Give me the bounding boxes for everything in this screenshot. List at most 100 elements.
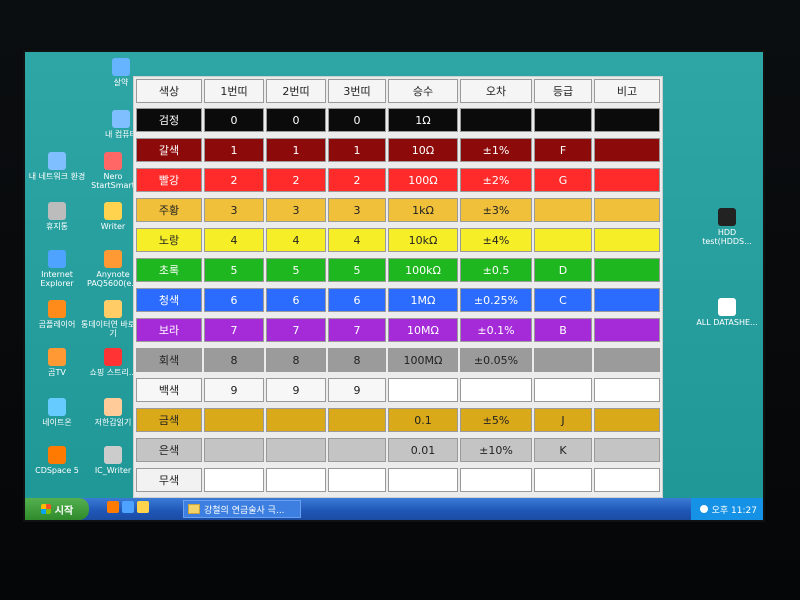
cell-grade (534, 108, 592, 132)
cell-band2 (266, 408, 326, 432)
cell-tolerance: ±5% (460, 408, 532, 432)
start-label: 시작 (54, 505, 74, 517)
cell-band1: 6 (204, 288, 264, 312)
desktop-icon-label: 곰TV (48, 368, 66, 377)
header-color: 색상 (136, 79, 202, 103)
desktop-screen: 살약 내 컴퓨터 내 네트워크 환경 Nero StartSmart 휴지통 W… (25, 52, 763, 520)
cell-grade: B (534, 318, 592, 342)
cell-band1 (204, 408, 264, 432)
cell-color-name: 초록 (136, 258, 202, 282)
desktop-icon-label: 내 네트워크 환경 (28, 172, 86, 181)
desktop-icon-label: ALL DATASHE... (696, 318, 758, 327)
gom-player-icon[interactable]: 곰플레이어 (25, 300, 89, 329)
trash-icon (48, 202, 66, 220)
cell-color-name: 검정 (136, 108, 202, 132)
header-band1: 1번띠 (204, 79, 264, 103)
cell-band1: 0 (204, 108, 264, 132)
cell-note (594, 228, 660, 252)
cell-band2: 2 (266, 168, 326, 192)
cd-icon (48, 446, 66, 464)
cell-tolerance (460, 378, 532, 402)
cell-tolerance: ±0.5 (460, 258, 532, 282)
cell-multiplier: 10Ω (388, 138, 458, 162)
windows-logo-icon (40, 504, 51, 514)
nateon-icon[interactable]: 네이트온 (25, 398, 89, 427)
desktop-icon-label: 곰플레이어 (38, 320, 76, 329)
cell-multiplier: 10kΩ (388, 228, 458, 252)
cell-band3: 3 (328, 198, 386, 222)
nero-icon (104, 152, 122, 170)
start-button[interactable]: 시작 (25, 498, 89, 520)
cell-band2: 6 (266, 288, 326, 312)
cell-color-name: 노랑 (136, 228, 202, 252)
cell-note (594, 258, 660, 282)
cell-grade (534, 468, 592, 492)
tray-icon-1[interactable] (699, 505, 708, 513)
cell-note (594, 378, 660, 402)
header-multiplier: 승수 (388, 79, 458, 103)
cell-color-name: 갈색 (136, 138, 202, 162)
cell-band3: 7 (328, 318, 386, 342)
cell-band2: 1 (266, 138, 326, 162)
desktop-icon-label: CDSpace 5 (35, 466, 79, 475)
cell-color-name: 보라 (136, 318, 202, 342)
cell-grade (534, 348, 592, 372)
gom-player-app-icon (48, 300, 66, 318)
cell-band2: 3 (266, 198, 326, 222)
cell-tolerance: ±3% (460, 198, 532, 222)
folder-shortcut-icon (104, 300, 122, 318)
cell-band1 (204, 438, 264, 462)
quick-launch-icon-2[interactable] (122, 501, 134, 513)
cell-tolerance: ±0.1% (460, 318, 532, 342)
network-places-icon[interactable]: 내 네트워크 환경 (25, 152, 89, 181)
cell-multiplier: 100MΩ (388, 348, 458, 372)
cell-grade (534, 378, 592, 402)
cdspace-icon[interactable]: CDSpace 5 (25, 446, 89, 475)
gom-tv-icon[interactable]: 곰TV (25, 348, 89, 377)
cell-band3: 9 (328, 378, 386, 402)
cell-grade: G (534, 168, 592, 192)
hdd-test-icon[interactable]: HDD test(HDDS... (695, 208, 759, 246)
cell-band2: 5 (266, 258, 326, 282)
cell-note (594, 408, 660, 432)
clock: 오후 11:27 (711, 505, 757, 516)
cell-band1: 4 (204, 228, 264, 252)
shopping-icon (104, 348, 122, 366)
header-band2: 2번띠 (266, 79, 326, 103)
cell-color-name: 빨강 (136, 168, 202, 192)
cell-note (594, 108, 660, 132)
recycle-bin-icon[interactable]: 휴지통 (25, 202, 89, 231)
cell-band2 (266, 438, 326, 462)
header-note: 비고 (594, 79, 660, 103)
cell-color-name: 백색 (136, 378, 202, 402)
cell-tolerance: ±10% (460, 438, 532, 462)
all-datasheet-icon[interactable]: ALL DATASHE... (695, 298, 759, 327)
computer-icon (112, 110, 130, 128)
cell-tolerance: ±0.25% (460, 288, 532, 312)
cell-band3: 1 (328, 138, 386, 162)
cell-grade (534, 228, 592, 252)
cell-multiplier: 100kΩ (388, 258, 458, 282)
desktop-icon-label: 휴지통 (45, 222, 69, 231)
cell-tolerance (460, 108, 532, 132)
taskbar-window-button[interactable]: 강철의 연금술사 극... (183, 500, 301, 518)
cell-note (594, 138, 660, 162)
desktop-icon-label: HDD test(HDDS... (702, 228, 752, 246)
cell-note (594, 168, 660, 192)
header-band3: 3번띠 (328, 79, 386, 103)
cell-band1: 1 (204, 138, 264, 162)
cell-multiplier (388, 378, 458, 402)
writer-app-icon (104, 202, 122, 220)
taskbar-window-label: 강철의 연금술사 극... (204, 505, 285, 516)
quick-launch-icon-3[interactable] (137, 501, 149, 513)
cell-band1: 9 (204, 378, 264, 402)
quick-launch (107, 501, 151, 517)
quick-launch-icon-1[interactable] (107, 501, 119, 513)
cell-band3: 0 (328, 108, 386, 132)
desktop-icon-label: 네이트온 (42, 418, 72, 427)
network-icon (48, 152, 66, 170)
cell-color-name: 청색 (136, 288, 202, 312)
internet-explorer-icon[interactable]: Internet Explorer (25, 250, 89, 288)
cell-band2: 8 (266, 348, 326, 372)
cell-color-name: 금색 (136, 408, 202, 432)
